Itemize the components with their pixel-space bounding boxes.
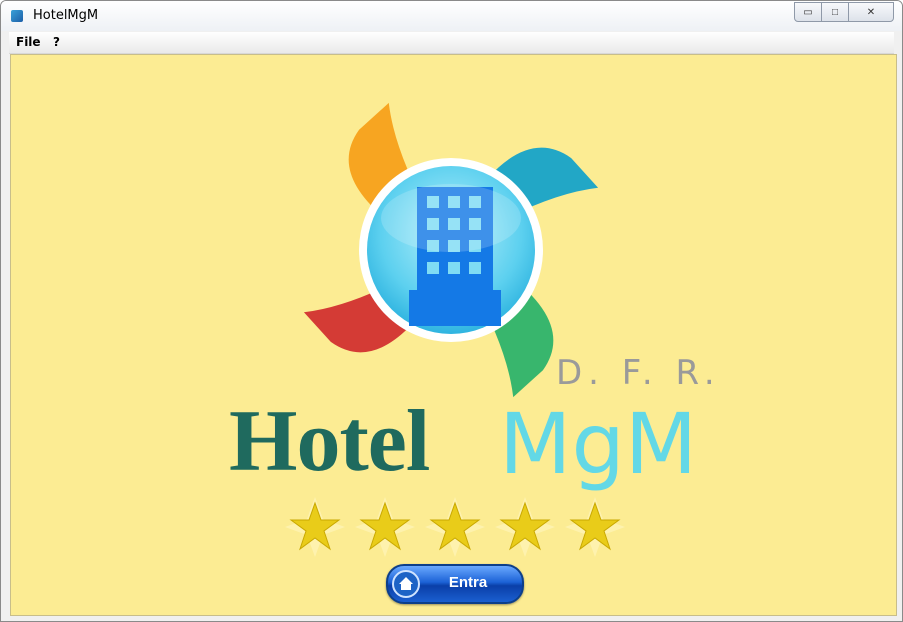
logo-word-mgm: MgM [499, 395, 698, 493]
window-controls: ▭ □ ✕ [794, 2, 894, 22]
star-icon [285, 497, 345, 557]
maximize-icon: □ [831, 6, 839, 18]
star-icon [565, 497, 625, 557]
title-bar[interactable]: HotelMgM ▭ □ ✕ [1, 1, 902, 31]
close-button[interactable]: ✕ [848, 2, 894, 22]
menu-help[interactable]: ? [53, 35, 60, 49]
maximize-button[interactable]: □ [821, 2, 849, 22]
minimize-button[interactable]: ▭ [794, 2, 822, 22]
menu-file[interactable]: File [16, 35, 41, 49]
app-icon [11, 10, 23, 22]
enter-button[interactable]: Entra [386, 564, 524, 604]
logo-word-hotel: Hotel [229, 393, 430, 490]
logo-initials: D. F. R. [556, 353, 721, 393]
close-icon: ✕ [866, 6, 876, 18]
menu-bar: File ? [9, 32, 894, 54]
enter-button-label: Entra [448, 574, 488, 591]
star-icon [425, 497, 485, 557]
star-icon [355, 497, 415, 557]
splash-panel: D. F. R. Hotel MgM Entra [10, 54, 897, 616]
star-rating [283, 495, 627, 559]
app-window: HotelMgM ▭ □ ✕ File ? D. F. R. Hotel MgM… [0, 0, 903, 622]
minimize-icon: ▭ [803, 6, 813, 18]
star-icon [495, 497, 555, 557]
window-title: HotelMgM [33, 8, 99, 23]
